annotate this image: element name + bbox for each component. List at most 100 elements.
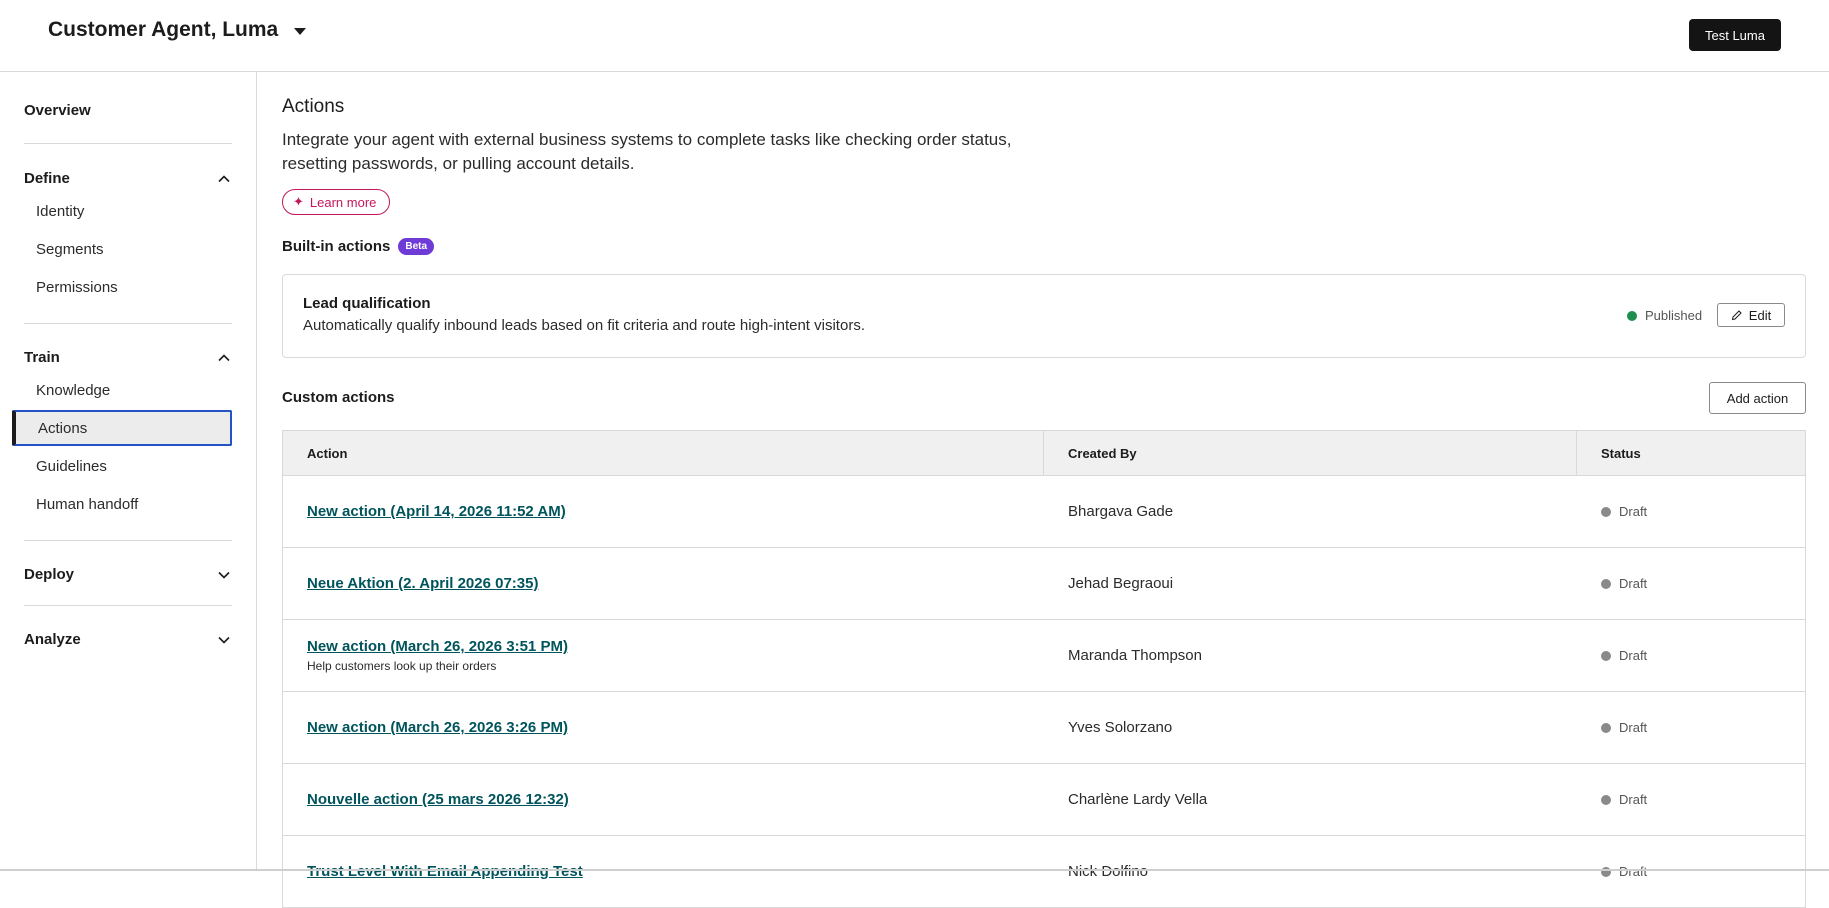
action-link[interactable]: New action (March 26, 2026 3:26 PM) — [307, 719, 1044, 736]
status-badge: Draft — [1601, 648, 1805, 663]
status-dot-icon — [1601, 722, 1611, 733]
page-description: Integrate your agent with external busin… — [282, 130, 1012, 173]
table-row: Neue Aktion (2. April 2026 07:35) Jehad … — [283, 548, 1805, 620]
sidebar-section-train[interactable]: Train — [24, 349, 232, 366]
cell-action: Trust Level With Email Appending Test — [283, 836, 1044, 907]
status-dot-icon — [1601, 506, 1611, 517]
chevron-up-icon — [218, 353, 230, 361]
sidebar-item-label: Permissions — [36, 278, 118, 296]
creator-name: Nick Dolfino — [1068, 863, 1149, 880]
status-label: Draft — [1619, 720, 1648, 735]
creator-name: Maranda Thompson — [1068, 647, 1202, 664]
status-dot-icon — [1627, 310, 1637, 321]
learn-more-button[interactable]: ✦ Learn more — [282, 189, 391, 215]
action-link[interactable]: Nouvelle action (25 mars 2026 12:32) — [307, 791, 1044, 808]
column-header-created-by[interactable]: Created By — [1044, 431, 1577, 475]
section-label: Deploy — [24, 566, 75, 583]
sidebar-divider — [24, 605, 232, 606]
sidebar-item-actions[interactable]: Actions — [12, 410, 232, 446]
sidebar-item-knowledge[interactable]: Knowledge — [12, 372, 232, 408]
sidebar: Overview Define Identity Segments Permis… — [0, 72, 257, 871]
test-agent-button[interactable]: Test Luma — [1689, 19, 1781, 51]
sidebar-item-label: Knowledge — [36, 381, 111, 399]
sidebar-item-identity[interactable]: Identity — [12, 193, 232, 229]
caret-down-icon — [294, 27, 307, 35]
table-row: New action (March 26, 2026 3:26 PM) Yves… — [283, 692, 1805, 764]
cell-created-by: Yves Solorzano — [1044, 692, 1577, 763]
status-label: Published — [1645, 308, 1703, 323]
action-link[interactable]: New action (March 26, 2026 3:51 PM) — [307, 638, 1044, 655]
status-dot-icon — [1601, 866, 1611, 877]
edit-label: Edit — [1748, 307, 1772, 323]
cell-status: Draft — [1577, 836, 1805, 907]
status-badge: Published — [1627, 308, 1702, 323]
status-dot-icon — [1601, 578, 1611, 589]
cell-status: Draft — [1577, 548, 1805, 619]
sidebar-section-define[interactable]: Define — [24, 170, 232, 187]
status-label: Draft — [1619, 504, 1648, 519]
chevron-down-icon — [218, 636, 230, 644]
cell-created-by: Charlène Lardy Vella — [1044, 764, 1577, 835]
cell-created-by: Maranda Thompson — [1044, 620, 1577, 691]
sidebar-divider — [24, 323, 232, 324]
lead-qualification-title: Lead qualification — [303, 295, 431, 312]
sidebar-divider — [24, 540, 232, 541]
column-header-action[interactable]: Action — [283, 431, 1044, 475]
sidebar-item-human-handoff[interactable]: Human handoff — [12, 486, 232, 522]
column-header-status[interactable]: Status — [1577, 431, 1805, 475]
builtin-actions-heading: Built-in actions Beta — [282, 238, 435, 255]
table-row: New action (April 14, 2026 11:52 AM) Bha… — [283, 476, 1805, 548]
builtin-actions-title: Built-in actions — [282, 238, 391, 255]
sidebar-item-guidelines[interactable]: Guidelines — [12, 448, 232, 484]
lead-qualification-card: Lead qualification Automatically qualify… — [282, 274, 1806, 358]
cell-created-by: Nick Dolfino — [1044, 836, 1577, 907]
creator-name: Bhargava Gade — [1068, 503, 1174, 520]
action-link[interactable]: Trust Level With Email Appending Test — [307, 863, 1044, 880]
sidebar-item-overview[interactable]: Overview — [24, 102, 91, 119]
status-badge: Draft — [1601, 576, 1805, 591]
action-link[interactable]: New action (April 14, 2026 11:52 AM) — [307, 503, 1044, 520]
sparkle-icon: ✦ — [293, 194, 304, 209]
cell-created-by: Bhargava Gade — [1044, 476, 1577, 547]
sidebar-item-segments[interactable]: Segments — [12, 231, 232, 267]
sidebar-section-analyze[interactable]: Analyze — [24, 631, 232, 648]
cell-action: New action (April 14, 2026 11:52 AM) — [283, 476, 1044, 547]
cell-status: Draft — [1577, 764, 1805, 835]
agent-title: Customer Agent, Luma — [48, 18, 279, 41]
status-label: Draft — [1619, 648, 1648, 663]
sidebar-item-label: Segments — [36, 240, 104, 258]
pencil-icon — [1731, 310, 1742, 321]
sidebar-item-permissions[interactable]: Permissions — [12, 269, 232, 305]
action-subtitle: Help customers look up their orders — [307, 659, 497, 673]
creator-name: Yves Solorzano — [1068, 719, 1173, 736]
custom-actions-table: Action Created By Status New action (Apr… — [282, 430, 1806, 908]
sidebar-item-label: Guidelines — [36, 457, 107, 475]
cell-created-by: Jehad Begraoui — [1044, 548, 1577, 619]
learn-more-label: Learn more — [309, 194, 377, 210]
status-badge: Draft — [1601, 864, 1805, 879]
add-action-button[interactable]: Add action — [1709, 382, 1806, 414]
cell-action: Nouvelle action (25 mars 2026 12:32) — [283, 764, 1044, 835]
lead-qualification-description: Automatically qualify inbound leads base… — [303, 317, 865, 334]
action-link[interactable]: Neue Aktion (2. April 2026 07:35) — [307, 575, 1044, 592]
cell-status: Draft — [1577, 692, 1805, 763]
top-bar: Customer Agent, Luma Test Luma — [0, 0, 1829, 72]
table-row: Nouvelle action (25 mars 2026 12:32) Cha… — [283, 764, 1805, 836]
table-row: New action (March 26, 2026 3:51 PM) Help… — [283, 620, 1805, 692]
sidebar-item-label: Actions — [38, 419, 88, 437]
beta-badge: Beta — [398, 238, 435, 255]
status-label: Draft — [1619, 792, 1648, 807]
status-badge: Draft — [1601, 792, 1805, 807]
section-label: Define — [24, 170, 70, 187]
agent-selector[interactable]: Customer Agent, Luma — [48, 18, 307, 42]
cell-action: New action (March 26, 2026 3:51 PM) Help… — [283, 620, 1044, 691]
table-header: Action Created By Status — [283, 431, 1805, 476]
cell-status: Draft — [1577, 620, 1805, 691]
edit-button[interactable]: Edit — [1717, 303, 1785, 327]
table-row: Trust Level With Email Appending Test Ni… — [283, 836, 1805, 908]
cell-status: Draft — [1577, 476, 1805, 547]
sidebar-item-label: Identity — [36, 202, 85, 220]
sidebar-section-deploy[interactable]: Deploy — [24, 566, 232, 583]
status-label: Draft — [1619, 864, 1648, 879]
section-label: Analyze — [24, 631, 81, 648]
